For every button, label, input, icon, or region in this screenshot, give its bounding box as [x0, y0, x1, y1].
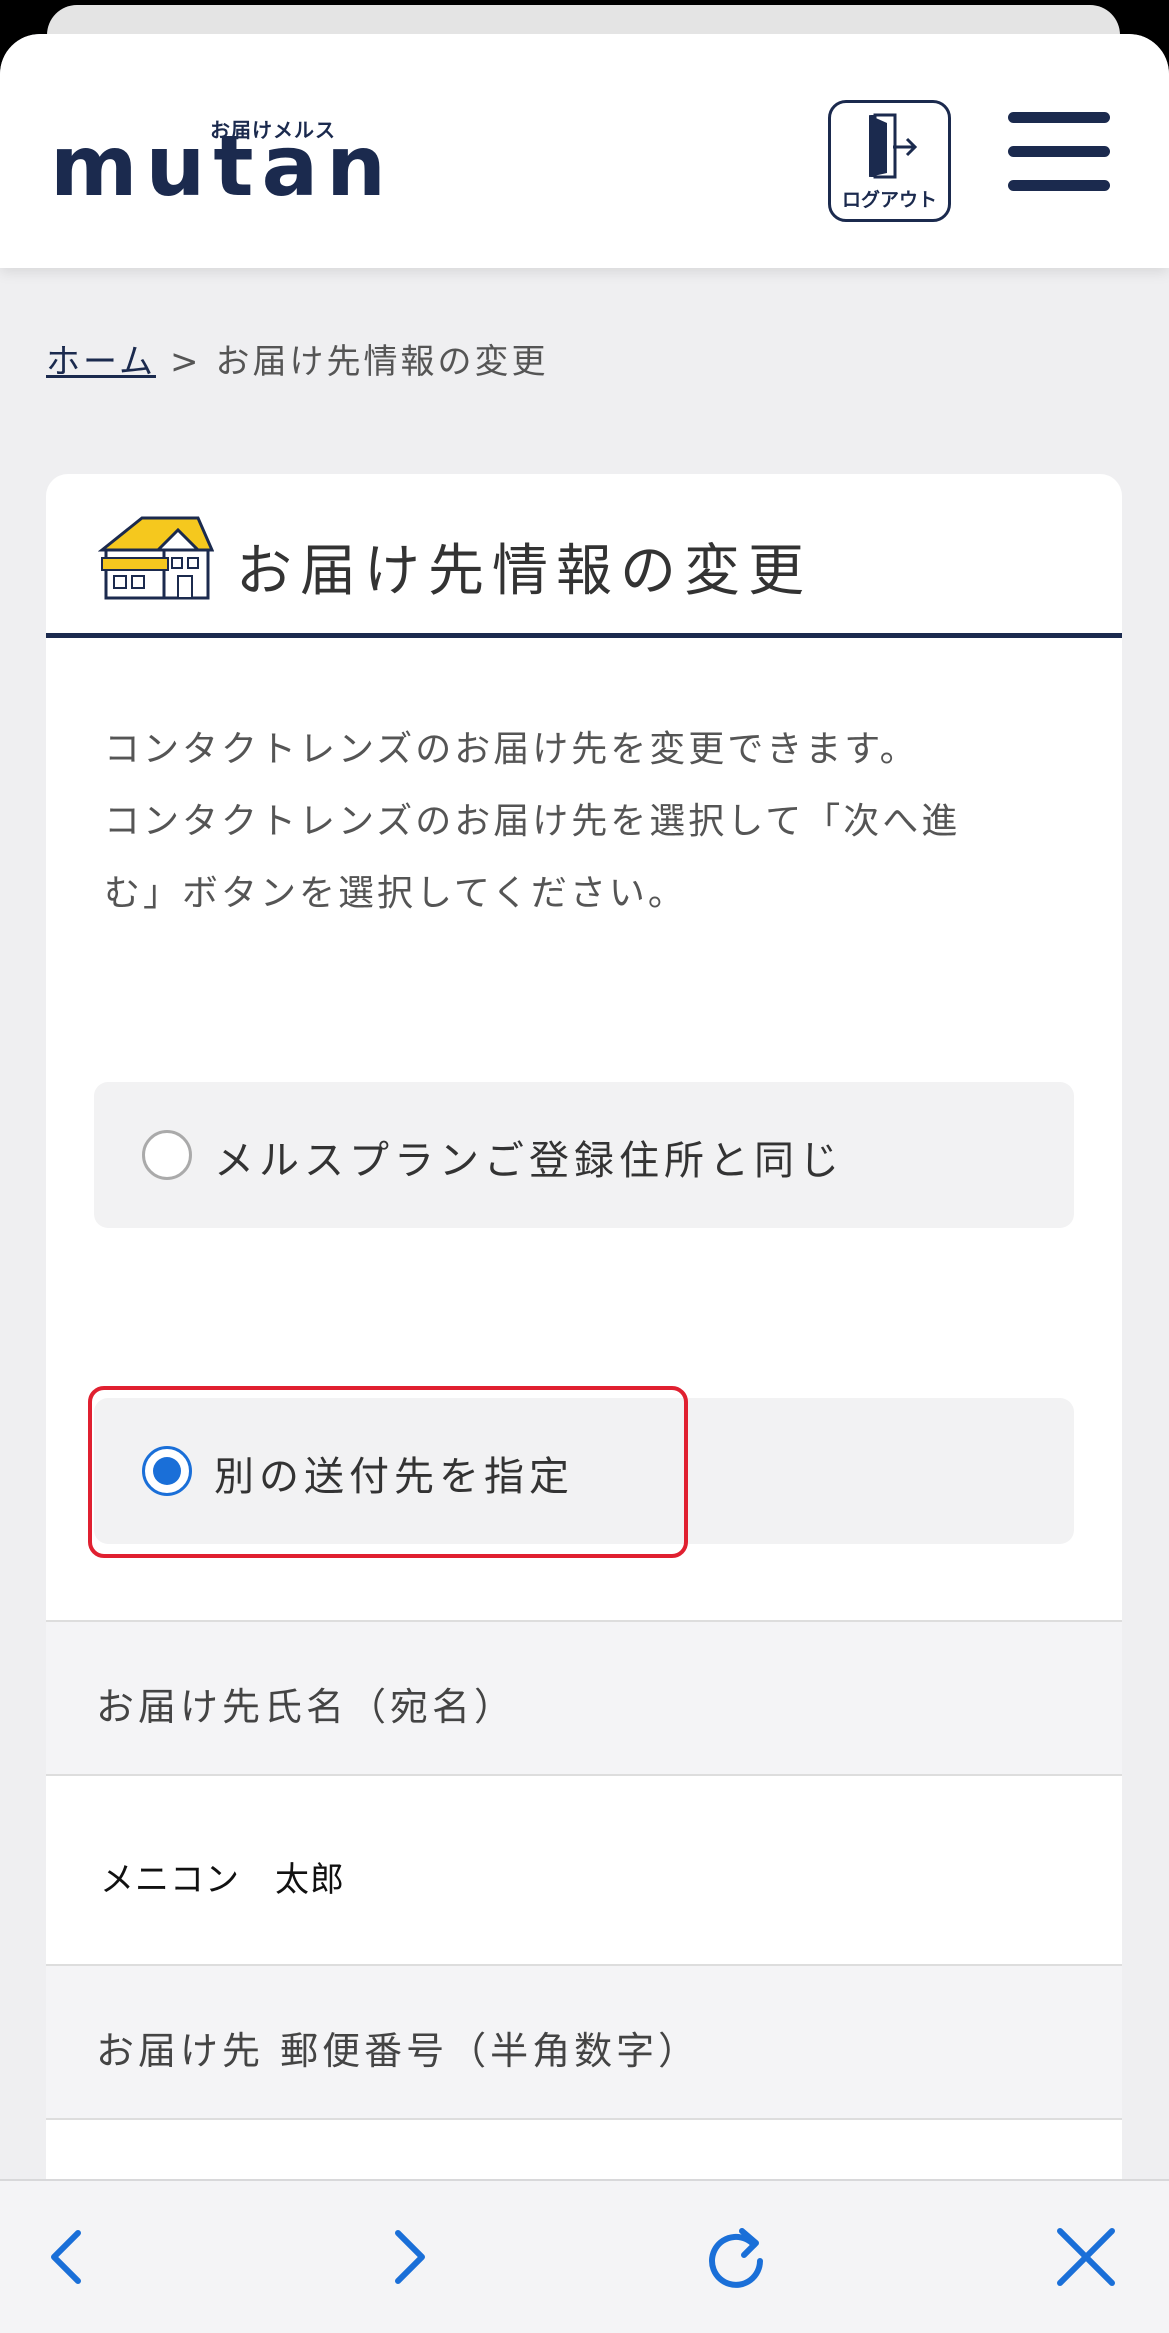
breadcrumb-current: お届け先情報の変更	[215, 342, 549, 382]
highlight-annotation	[88, 1386, 688, 1558]
option-label: メルスプランご登録住所と同じ	[214, 1138, 844, 1184]
hamburger-menu-icon[interactable]	[1008, 112, 1110, 192]
chevron-left-icon[interactable]	[30, 2217, 110, 2297]
page-title: お届け先情報の変更	[236, 539, 812, 604]
site-logo[interactable]: お届けメルス mutan	[50, 114, 386, 234]
recipient-name-value[interactable]: メニコン 太郎	[100, 1852, 345, 1901]
description: コンタクトレンズのお届け先を変更できます。 コンタクトレンズのお届け先を選択して…	[104, 714, 1064, 930]
close-icon[interactable]	[1046, 2217, 1126, 2297]
house-icon	[98, 516, 214, 600]
recipient-name-row: メニコン 太郎	[46, 1776, 1122, 1966]
site-header: お届けメルス mutan ログアウト	[0, 34, 1169, 268]
logout-door-icon	[869, 113, 918, 179]
description-line: む」ボタンを選択してください。	[104, 873, 687, 914]
card-header: お届け先情報の変更	[46, 474, 1122, 638]
reload-icon[interactable]	[696, 2217, 776, 2297]
browser-viewport: お届けメルス mutan ログアウト ホーム > お届け先情報の変更 お届け先情…	[0, 34, 1169, 2333]
logout-label: ログアウト	[841, 189, 937, 211]
description-line: コンタクトレンズのお届け先を選択して「次へ進	[104, 801, 961, 842]
section-label: お届け先 郵便番号（半角数字）	[96, 2029, 701, 2073]
section-label: お届け先氏名（宛名）	[96, 1685, 517, 1729]
logo-wordmark: mutan	[50, 117, 394, 215]
breadcrumb: ホーム > お届け先情報の変更	[46, 334, 548, 383]
logout-button[interactable]: ログアウト	[828, 100, 951, 222]
description-line: コンタクトレンズのお届け先を変更できます。	[104, 729, 919, 770]
recipient-name-heading: お届け先氏名（宛名）	[46, 1620, 1122, 1776]
radio-button[interactable]	[142, 1130, 192, 1180]
browser-toolbar	[0, 2179, 1169, 2333]
postal-code-heading: お届け先 郵便番号（半角数字）	[46, 1964, 1122, 2120]
option-same-as-registered[interactable]: メルスプランご登録住所と同じ	[94, 1082, 1074, 1228]
chevron-right-icon[interactable]	[366, 2217, 446, 2297]
breadcrumb-home-link[interactable]: ホーム	[46, 342, 156, 382]
address-change-card: お届け先情報の変更 コンタクトレンズのお届け先を変更できます。 コンタクトレンズ…	[46, 474, 1122, 2333]
breadcrumb-separator: >	[169, 342, 202, 382]
